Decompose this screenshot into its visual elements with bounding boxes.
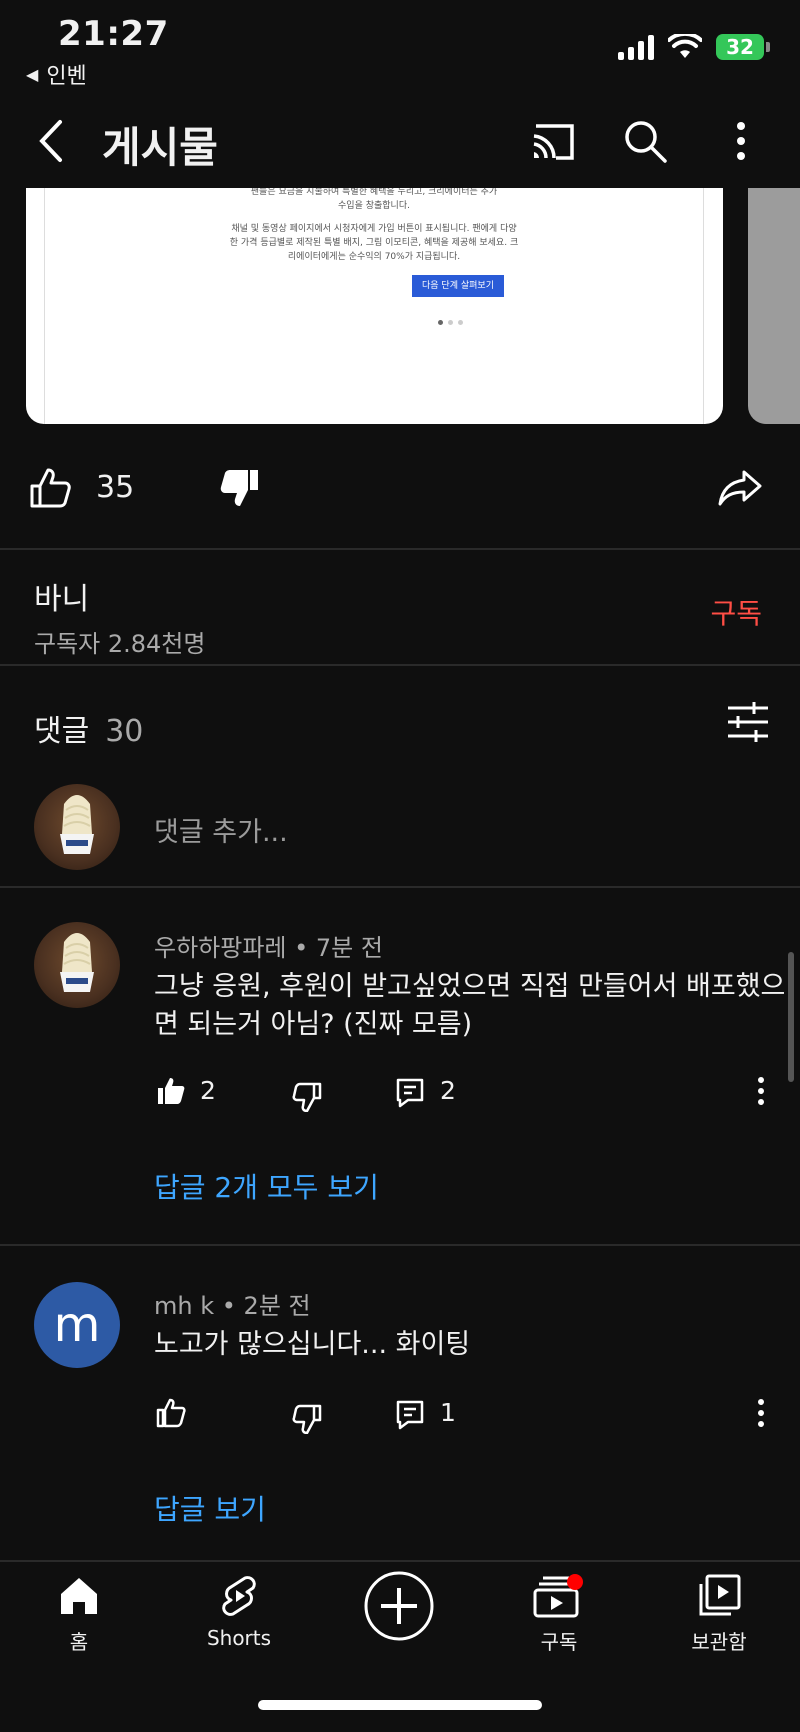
nav-subscriptions[interactable]: 구독 — [494, 1574, 624, 1655]
create-icon — [364, 1571, 434, 1641]
back-app-label: 인벤 — [46, 64, 87, 89]
comment-text-line: 그냥 응원, 후원이 받고싶었으면 직접 만들어서 배포했으 — [154, 971, 786, 1002]
user-avatar — [34, 784, 120, 870]
comments-header: 댓글 30 — [34, 706, 143, 750]
dislike-icon[interactable] — [218, 466, 262, 510]
more-vert-icon[interactable] — [716, 116, 766, 166]
comment-dislike-icon[interactable] — [292, 1404, 322, 1434]
view-replies-link[interactable]: 답글 2개 모두 보기 — [154, 1166, 379, 1206]
channel-info[interactable]: 바니 구독자 2.84천명 — [34, 574, 205, 659]
top-app-bar: 게시물 — [0, 96, 800, 186]
search-icon[interactable] — [620, 116, 670, 166]
home-icon — [61, 1578, 97, 1614]
comment-author[interactable]: mh k — [154, 1292, 214, 1320]
divider — [0, 664, 800, 666]
comment-like-icon[interactable] — [156, 1398, 186, 1428]
share-icon[interactable] — [716, 466, 764, 510]
scrollbar[interactable] — [788, 952, 794, 1082]
nav-create[interactable] — [334, 1570, 464, 1646]
commenter-avatar[interactable]: m — [34, 1282, 120, 1368]
comment-like-count: 2 — [200, 1076, 216, 1105]
library-icon — [699, 1574, 741, 1616]
ice-cream-avatar-icon — [60, 795, 94, 854]
nav-label: 구독 — [540, 1630, 578, 1654]
comments-label: 댓글 — [34, 714, 90, 749]
comment-meta: mh k • 2분 전 — [154, 1286, 311, 1321]
add-comment-input[interactable]: 댓글 추가... — [154, 810, 288, 849]
channel-name: 바니 — [34, 582, 90, 617]
nav-library[interactable]: 보관함 — [654, 1574, 784, 1655]
post-image-text: 한 가격 등급별로 제작된 특별 배지, 그림 이모티콘, 혜택을 제공해 보세… — [229, 238, 519, 248]
notification-badge — [567, 1574, 583, 1590]
nav-shorts[interactable]: Shorts — [174, 1574, 304, 1650]
cast-icon[interactable] — [528, 116, 578, 166]
page-title: 게시물 — [102, 123, 218, 172]
next-post-image[interactable] — [748, 188, 800, 424]
comment-more-icon[interactable] — [748, 1398, 774, 1428]
comment-like-icon[interactable] — [156, 1076, 186, 1106]
comments-count: 30 — [105, 714, 144, 749]
comment-more-icon[interactable] — [748, 1076, 774, 1106]
comment-reply-count: 2 — [440, 1076, 456, 1105]
nav-label: 보관함 — [691, 1630, 747, 1654]
post-actions: 35 — [0, 460, 800, 520]
nav-home[interactable]: 홈 — [14, 1574, 144, 1655]
shorts-icon — [222, 1576, 256, 1616]
comment-text: 노고가 많으십니다... 화이팅 — [154, 1329, 471, 1360]
post-image-text: 팬들은 요금을 지불하여 특별한 혜택을 누리고, 크리에이터는 추가 — [250, 188, 498, 197]
subscriptions-icon — [533, 1574, 583, 1618]
comment-text-line: 면 되는거 아님? (진짜 모름) — [154, 1009, 473, 1040]
post-image-text: 채널 및 동영상 페이지에서 시청자에게 가입 버튼이 표시됩니다. 팬에게 다… — [231, 224, 517, 234]
like-count: 35 — [96, 470, 135, 505]
status-time: 21:27 — [58, 14, 169, 54]
sort-filter-icon[interactable] — [726, 700, 770, 744]
ice-cream-avatar-icon — [60, 933, 94, 992]
battery-indicator: 32 — [716, 34, 770, 60]
subscriber-count: 구독자 2.84천명 — [34, 630, 206, 658]
reply-icon[interactable] — [396, 1078, 424, 1108]
divider — [0, 1244, 800, 1246]
home-indicator[interactable] — [258, 1700, 542, 1710]
back-triangle-icon: ◀ — [26, 64, 39, 84]
subscribe-button[interactable]: 구독 — [710, 592, 762, 632]
divider — [0, 548, 800, 550]
battery-level: 32 — [716, 34, 764, 60]
view-replies-link[interactable]: 답글 보기 — [154, 1488, 266, 1528]
comment-reply-count: 1 — [440, 1398, 456, 1427]
comment-author[interactable]: 우하하팡파레 — [154, 934, 286, 962]
back-to-app[interactable]: ◀ 인벤 — [26, 58, 87, 90]
carousel-dots — [438, 320, 463, 325]
comment-dislike-icon[interactable] — [292, 1082, 322, 1112]
back-arrow-icon[interactable] — [30, 118, 74, 164]
commenter-avatar[interactable] — [34, 922, 120, 1008]
comment-time: • 2분 전 — [221, 1292, 311, 1320]
post-image-cta: 다음 단계 살펴보기 — [412, 275, 504, 297]
reply-icon[interactable] — [396, 1400, 424, 1430]
nav-label: Shorts — [206, 1626, 272, 1650]
comment-meta: 우하하팡파레 • 7분 전 — [154, 928, 383, 963]
comment-text: 그냥 응원, 후원이 받고싶었으면 직접 만들어서 배포했으 면 되는거 아님?… — [154, 968, 785, 1044]
post-image[interactable]: 팬들은 요금을 지불하여 특별한 혜택을 누리고, 크리에이터는 추가 수입을 … — [26, 188, 723, 424]
comment-time: • 7분 전 — [294, 934, 383, 962]
wifi-icon — [668, 34, 702, 58]
cellular-signal-icon — [618, 34, 654, 60]
divider — [0, 886, 800, 888]
like-icon[interactable] — [28, 466, 72, 510]
post-image-text: 수입을 창출합니다. — [338, 201, 410, 211]
nav-label: 홈 — [69, 1630, 89, 1654]
post-image-text: 리에이터에게는 순수익의 70%가 지급됩니다. — [287, 252, 461, 262]
status-bar: 21:27 ◀ 인벤 32 — [0, 0, 800, 90]
